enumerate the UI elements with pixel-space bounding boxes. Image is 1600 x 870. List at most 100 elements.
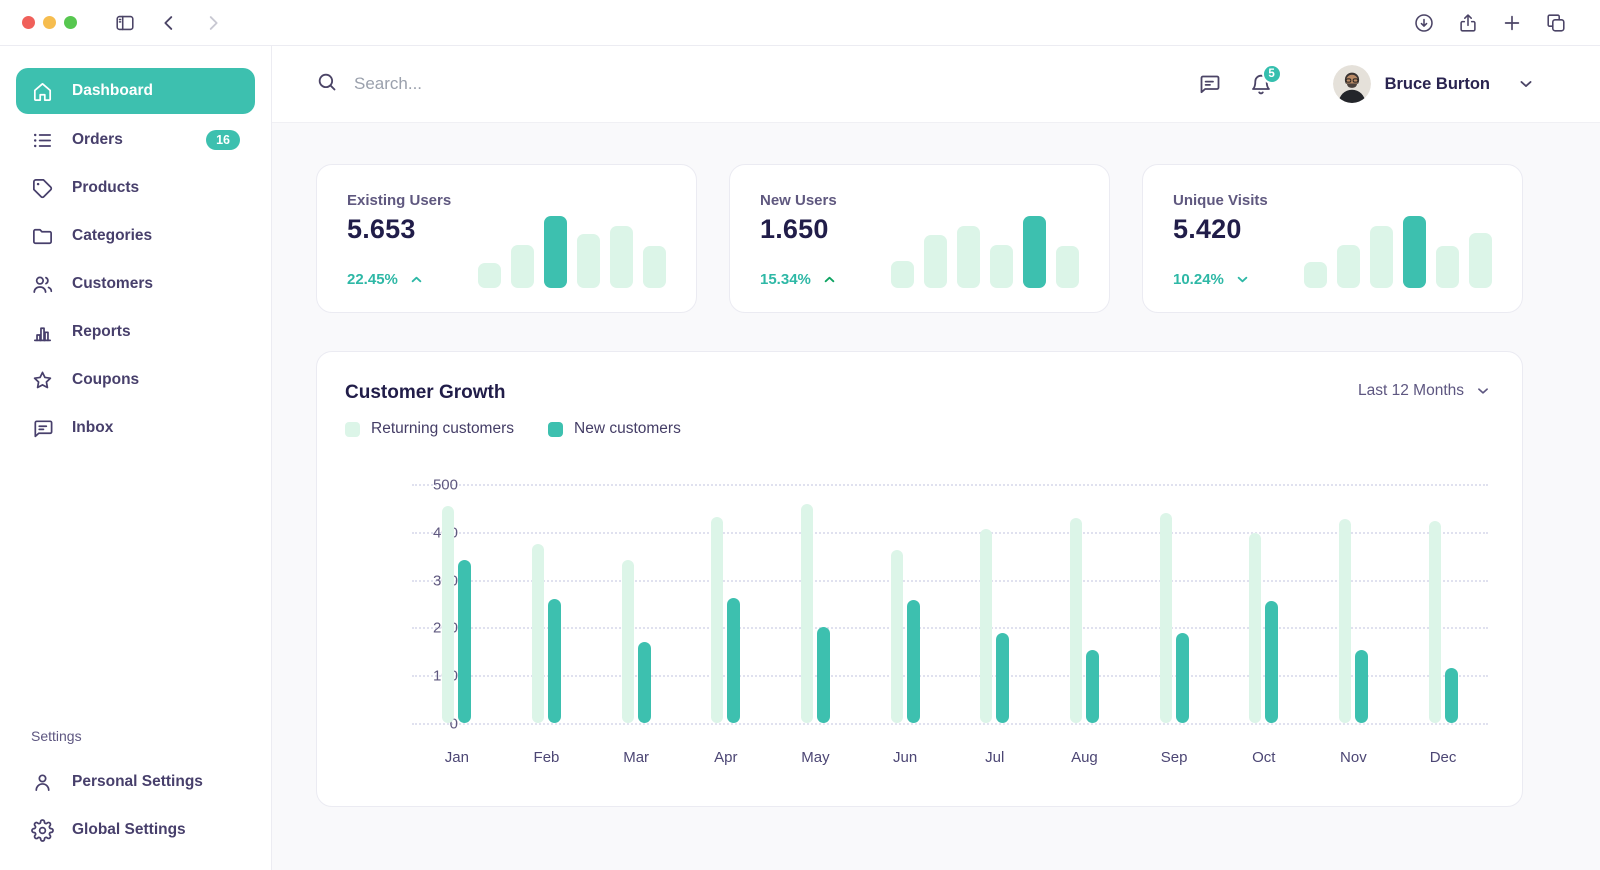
mini-bar-highlighted [544,216,567,288]
returning-customers-bar [442,506,454,723]
back-icon[interactable] [158,12,180,34]
share-icon[interactable] [1457,12,1479,34]
download-icon[interactable] [1413,12,1435,34]
notifications-bell-icon[interactable]: 5 [1249,72,1273,96]
x-axis-month-label: May [801,749,829,766]
mini-bar-highlighted [1023,216,1046,288]
x-axis-month-label: Dec [1430,749,1457,766]
orders-count-badge: 16 [206,130,240,151]
bar-pair [1070,484,1099,723]
month-group-mar: Mar [622,484,651,766]
stat-card-change-percent: 15.34% [760,271,811,288]
sidebar-item-label: Reports [72,323,131,341]
sidebar-item-label: Dashboard [72,82,153,100]
month-group-aug: Aug [1070,484,1099,766]
stat-cards-row: Existing Users5.65322.45%New Users1.6501… [316,164,1523,313]
user-menu[interactable]: Bruce Burton [1333,65,1536,103]
messages-icon[interactable] [1197,72,1221,96]
minimize-window-button[interactable] [43,16,56,29]
stat-card-change-percent: 10.24% [1173,271,1224,288]
stat-card-value: 5.653 [347,214,451,245]
mini-bar [577,234,600,288]
mini-bar-chart [478,192,666,288]
sidebar-item-customers[interactable]: Customers [16,260,255,308]
month-group-jan: Jan [442,484,471,766]
search-input[interactable] [354,74,774,94]
bar-pair [1339,484,1368,723]
x-axis-month-label: Jan [445,749,469,766]
search-bar [316,71,1197,98]
message-icon [31,417,54,440]
gear-icon [31,819,54,842]
range-selector[interactable]: Last 12 Months [1358,382,1492,400]
sidebar-item-coupons[interactable]: Coupons [16,356,255,404]
stat-card-change-percent: 22.45% [347,271,398,288]
chevron-up-icon [821,271,838,288]
sidebar-settings-nav: Personal Settings Global Settings [16,758,255,854]
new-customers-bar [1445,668,1458,723]
returning-customers-bar [711,517,723,723]
stat-card-value: 1.650 [760,214,838,245]
avatar[interactable] [1333,65,1371,103]
notification-count-badge: 5 [1262,64,1282,84]
folder-icon [31,225,54,248]
mini-bar [610,226,633,288]
bar-pair [532,484,561,723]
stat-card-new-users: New Users1.65015.34% [729,164,1110,313]
new-customers-bar [727,598,740,723]
mini-bar [924,235,947,288]
topbar: 5 Bruce Burton [272,46,1600,123]
new-customers-bar [817,627,830,723]
mini-bar [891,261,914,288]
user-menu-chevron-down-icon[interactable] [1516,74,1536,94]
chevron-up-icon [408,271,425,288]
sidebar-item-orders[interactable]: Orders 16 [16,116,255,164]
new-customers-bar [1265,601,1278,723]
bar-pair [1429,484,1458,723]
sidebar-item-label: Products [72,179,139,197]
legend-swatch [548,422,563,437]
sidebar-item-label: Orders [72,131,123,149]
month-group-jun: Jun [891,484,920,766]
chevron-down-icon [1234,271,1251,288]
mini-bar-chart [1304,192,1492,288]
legend-item-new-customers: New customers [548,420,681,438]
sidebar-item-dashboard[interactable]: Dashboard [16,68,255,114]
mini-bar-highlighted [1403,216,1426,288]
list-icon [31,129,54,152]
stat-card-change: 15.34% [760,271,838,288]
settings-section-label: Settings [16,728,255,744]
sidebar-item-categories[interactable]: Categories [16,212,255,260]
sidebar-nav: Dashboard Orders 16 Products CategoriesCusto… [16,68,255,452]
zoom-window-button[interactable] [64,16,77,29]
star-icon [31,369,54,392]
mini-bar [1304,262,1327,288]
home-icon [31,80,54,103]
sidebar-item-label: Personal Settings [72,773,203,791]
returning-customers-bar [801,504,813,723]
sidebar-item-products[interactable]: Products [16,164,255,212]
bar-chart: 5004003002001000 JanFebMarAprMayJunJulAu… [345,484,1492,784]
x-axis-month-label: Sep [1161,749,1188,766]
bar-pair [622,484,651,723]
returning-customers-bar [532,544,544,723]
new-customers-bar [458,560,471,723]
mini-bar [478,263,501,288]
month-group-nov: Nov [1339,484,1368,766]
sidebar-settings-section: Settings Personal Settings Global Setting… [16,728,255,854]
forward-icon[interactable] [202,12,224,34]
sidebar-item-label: Global Settings [72,821,186,839]
chart-bars: JanFebMarAprMayJunJulAugSepOctNovDec [412,484,1488,766]
sidebar-toggle-icon[interactable] [114,12,136,34]
new-tab-icon[interactable] [1501,12,1523,34]
sidebar-item-personal-settings[interactable]: Personal Settings [16,758,255,806]
bar-pair [442,484,471,723]
sidebar-item-global-settings[interactable]: Global Settings [16,806,255,854]
month-group-sep: Sep [1160,484,1189,766]
sidebar-item-inbox[interactable]: Inbox [16,404,255,452]
tabs-overview-icon[interactable] [1545,12,1567,34]
bar-pair [1160,484,1189,723]
sidebar-item-reports[interactable]: Reports [16,308,255,356]
sidebar: Dashboard Orders 16 Products CategoriesCusto… [0,46,272,870]
close-window-button[interactable] [22,16,35,29]
